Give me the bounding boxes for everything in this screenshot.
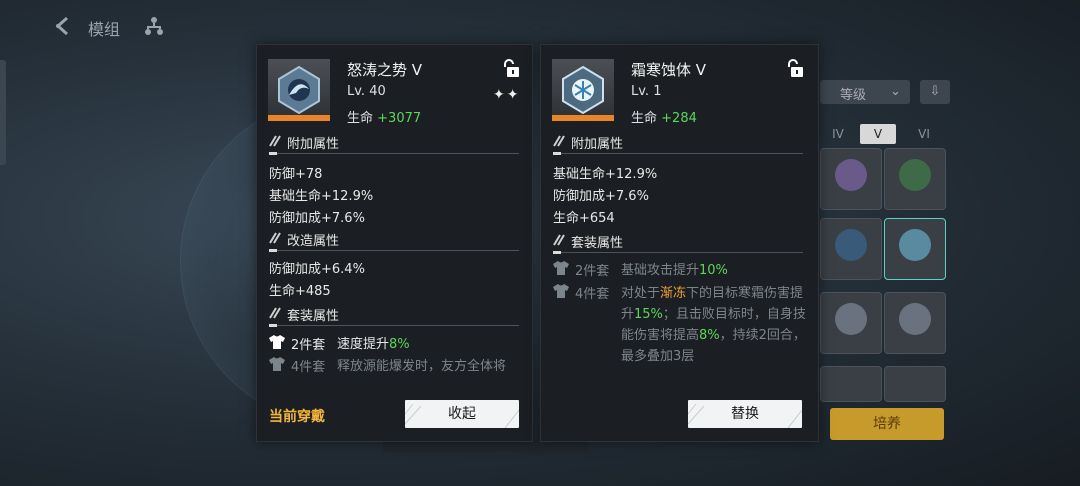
module-level: Lv. 40	[347, 84, 386, 99]
star-icon: ✦✦	[493, 87, 521, 103]
section-header: 改造属性	[269, 230, 519, 252]
back-arrow-icon[interactable]	[52, 14, 76, 38]
module-icon	[552, 59, 614, 121]
stat-line: 防御加成+7.6%	[269, 211, 365, 226]
stat-line: 基础生命+12.9%	[553, 167, 658, 182]
stat-line: 生命+485	[269, 284, 331, 299]
main-stat: 生命 +3077	[347, 111, 422, 126]
side-tab[interactable]	[0, 60, 6, 165]
develop-button[interactable]: 培养	[830, 408, 944, 440]
module-level: Lv. 1	[631, 84, 662, 99]
section-header: 套装属性	[269, 305, 519, 327]
module-slot[interactable]	[820, 366, 882, 402]
rarity-bar	[268, 115, 330, 121]
section-header: 套装属性	[553, 232, 803, 254]
module-name: 怒涛之势 V	[347, 61, 423, 79]
module-slot[interactable]	[820, 292, 882, 354]
shirt-icon	[553, 284, 569, 298]
lock-icon[interactable]	[501, 59, 521, 79]
module-slot[interactable]	[820, 148, 882, 210]
main-stat: 生命 +284	[631, 111, 697, 126]
module-slot[interactable]	[884, 292, 946, 354]
rarity-bar	[552, 115, 614, 121]
current-wear-label: 当前穿戴	[269, 409, 325, 425]
tab-v[interactable]: V	[860, 124, 896, 144]
stat-line: 防御加成+6.4%	[269, 262, 365, 277]
compare-module-panel: 霜寒蚀体 V Lv. 1 生命 +284 附加属性 基础生命+12.9% 防御加…	[540, 44, 819, 442]
collapse-button[interactable]: 收起	[405, 400, 519, 428]
tab-iv[interactable]: IV	[820, 124, 856, 144]
hierarchy-icon[interactable]	[142, 14, 166, 38]
lock-icon[interactable]	[785, 59, 805, 79]
module-name: 霜寒蚀体 V	[631, 61, 707, 79]
shirt-icon	[553, 261, 569, 275]
stat-line: 生命+654	[553, 211, 615, 226]
module-slot-selected[interactable]	[884, 218, 946, 280]
page-title: 模组	[88, 20, 121, 39]
stat-line: 防御+78	[269, 167, 323, 182]
section-header: 附加属性	[553, 133, 803, 155]
tab-vi[interactable]: VI	[906, 124, 942, 144]
shirt-icon	[269, 357, 285, 371]
section-header: 附加属性	[269, 133, 519, 155]
sort-dropdown[interactable]: 等级 ⌄	[820, 80, 910, 104]
stat-line: 防御加成+7.6%	[553, 189, 649, 204]
stat-line: 基础生命+12.9%	[269, 189, 374, 204]
shirt-icon	[269, 335, 285, 349]
module-slot[interactable]	[884, 148, 946, 210]
module-icon	[268, 59, 330, 121]
filter-icon[interactable]: ⇩	[920, 80, 950, 104]
module-slot[interactable]	[820, 218, 882, 280]
replace-button[interactable]: 替换	[688, 400, 802, 428]
module-slot[interactable]	[884, 366, 946, 402]
tier-tabs: IV V VI	[820, 124, 950, 144]
equipped-module-panel: 怒涛之势 V Lv. 40 生命 +3077 ✦✦ 附加属性 防御+78 基础生…	[256, 44, 533, 442]
